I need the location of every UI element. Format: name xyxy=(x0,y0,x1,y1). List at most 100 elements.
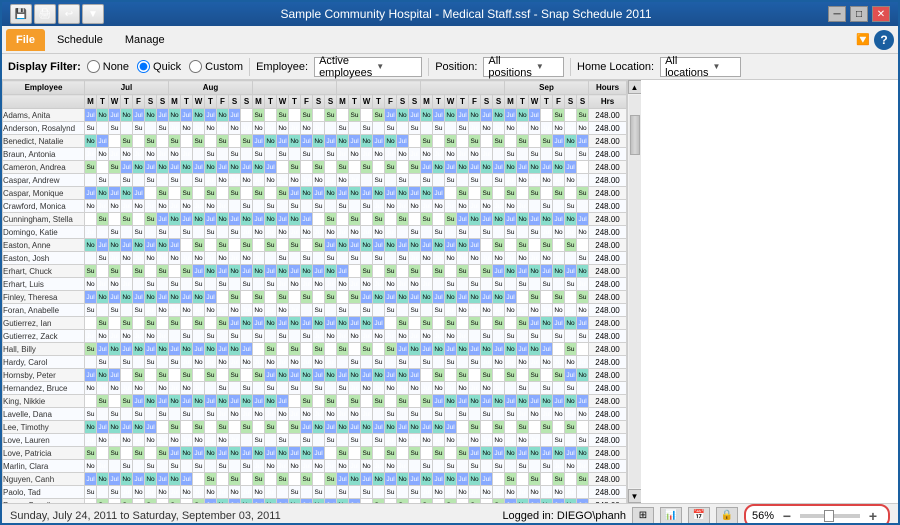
schedule-cell[interactable]: No xyxy=(517,109,529,122)
schedule-cell[interactable]: Su xyxy=(397,252,409,265)
schedule-cell[interactable] xyxy=(253,200,265,213)
schedule-cell[interactable]: Su xyxy=(289,421,301,434)
schedule-cell[interactable]: Su xyxy=(193,421,205,434)
schedule-cell[interactable]: Jul xyxy=(169,161,181,174)
schedule-cell[interactable]: Jul xyxy=(409,434,421,447)
schedule-cell[interactable]: Su xyxy=(193,460,205,473)
schedule-cell[interactable]: No xyxy=(469,291,481,304)
schedule-cell[interactable]: Su xyxy=(373,213,385,226)
schedule-cell[interactable]: No xyxy=(169,109,181,122)
menu-manage[interactable]: Manage xyxy=(115,29,175,51)
schedule-cell[interactable] xyxy=(217,291,229,304)
schedule-cell[interactable]: Jul xyxy=(133,291,145,304)
schedule-cell[interactable]: Jul xyxy=(445,343,457,356)
schedule-cell[interactable]: No xyxy=(541,395,553,408)
schedule-cell[interactable] xyxy=(109,356,121,369)
schedule-cell[interactable] xyxy=(553,421,565,434)
schedule-cell[interactable]: Jul xyxy=(349,174,361,187)
schedule-cell[interactable]: Su xyxy=(349,252,361,265)
schedule-cell[interactable]: Jul xyxy=(289,122,301,135)
schedule-cell[interactable]: Su xyxy=(217,317,229,330)
schedule-cell[interactable]: No xyxy=(181,304,193,317)
schedule-cell[interactable]: Su xyxy=(529,369,541,382)
schedule-cell[interactable]: No xyxy=(337,174,349,187)
schedule-cell[interactable]: Jul xyxy=(337,265,349,278)
schedule-cell[interactable]: No xyxy=(325,265,337,278)
schedule-cell[interactable]: Jul xyxy=(157,434,169,447)
schedule-cell[interactable]: Su xyxy=(481,187,493,200)
schedule-cell[interactable]: Jul xyxy=(577,460,589,473)
schedule-cell[interactable]: No xyxy=(133,382,145,395)
schedule-cell[interactable]: Su xyxy=(385,447,397,460)
schedule-cell[interactable] xyxy=(85,317,97,330)
schedule-cell[interactable]: Jul xyxy=(541,486,553,499)
schedule-cell[interactable]: Su xyxy=(121,356,133,369)
schedule-cell[interactable]: No xyxy=(529,343,541,356)
schedule-cell[interactable] xyxy=(157,356,169,369)
schedule-cell[interactable] xyxy=(421,447,433,460)
schedule-cell[interactable] xyxy=(349,265,361,278)
schedule-cell[interactable]: Su xyxy=(229,330,241,343)
schedule-cell[interactable]: No xyxy=(301,226,313,239)
schedule-cell[interactable]: No xyxy=(145,109,157,122)
schedule-cell[interactable]: Jul xyxy=(217,265,229,278)
schedule-cell[interactable]: No xyxy=(481,343,493,356)
schedule-cell[interactable]: Jul xyxy=(565,265,577,278)
schedule-cell[interactable]: Jul xyxy=(433,330,445,343)
schedule-cell[interactable]: Jul xyxy=(253,213,265,226)
schedule-cell[interactable] xyxy=(169,369,181,382)
schedule-cell[interactable] xyxy=(325,382,337,395)
schedule-cell[interactable]: Su xyxy=(481,369,493,382)
schedule-cell[interactable]: Su xyxy=(253,148,265,161)
schedule-cell[interactable]: Su xyxy=(205,473,217,486)
schedule-cell[interactable]: Su xyxy=(277,148,289,161)
schedule-cell[interactable]: Su xyxy=(109,408,121,421)
schedule-cell[interactable]: Jul xyxy=(97,343,109,356)
employee-name[interactable]: Crawford, Monica xyxy=(3,200,85,213)
schedule-cell[interactable] xyxy=(325,200,337,213)
schedule-cell[interactable] xyxy=(265,434,277,447)
employee-name[interactable]: Gutierrez, Ian xyxy=(3,317,85,330)
schedule-cell[interactable] xyxy=(313,291,325,304)
status-icon-cal[interactable]: 📅 xyxy=(688,507,710,525)
schedule-cell[interactable]: Jul xyxy=(181,434,193,447)
schedule-cell[interactable]: Jul xyxy=(301,421,313,434)
table-row[interactable]: Pyara, SagelinoSuSuSuSuSuJulNoJulNoJulNo… xyxy=(3,499,627,504)
schedule-cell[interactable]: Jul xyxy=(553,460,565,473)
schedule-cell[interactable] xyxy=(289,473,301,486)
schedule-cell[interactable] xyxy=(157,421,169,434)
schedule-cell[interactable]: No xyxy=(409,239,421,252)
schedule-cell[interactable]: Jul xyxy=(493,447,505,460)
schedule-cell[interactable]: No xyxy=(289,317,301,330)
schedule-cell[interactable]: Jul xyxy=(169,304,181,317)
schedule-cell[interactable]: Su xyxy=(217,239,229,252)
schedule-cell[interactable]: Su xyxy=(97,174,109,187)
schedule-cell[interactable]: No xyxy=(277,122,289,135)
table-row[interactable]: Gutierrez, ZackJulNoJulNoJulNoJulSuSuSuS… xyxy=(3,330,627,343)
schedule-cell[interactable] xyxy=(217,473,229,486)
schedule-cell[interactable]: Jul xyxy=(565,447,577,460)
schedule-cell[interactable]: Jul xyxy=(133,330,145,343)
schedule-cell[interactable] xyxy=(217,369,229,382)
schedule-cell[interactable] xyxy=(277,382,289,395)
schedule-cell[interactable]: Su xyxy=(445,460,457,473)
schedule-cell[interactable]: Su xyxy=(577,252,589,265)
schedule-cell[interactable]: No xyxy=(421,434,433,447)
schedule-cell[interactable]: Su xyxy=(157,187,169,200)
schedule-cell[interactable]: No xyxy=(181,200,193,213)
schedule-cell[interactable] xyxy=(97,486,109,499)
schedule-cell[interactable]: Jul xyxy=(253,395,265,408)
schedule-cell[interactable]: Su xyxy=(433,226,445,239)
schedule-cell[interactable] xyxy=(541,291,553,304)
schedule-cell[interactable] xyxy=(337,356,349,369)
schedule-cell[interactable]: Jul xyxy=(445,382,457,395)
schedule-cell[interactable]: Su xyxy=(241,278,253,291)
schedule-cell[interactable]: Su xyxy=(505,148,517,161)
schedule-cell[interactable]: Jul xyxy=(481,148,493,161)
schedule-cell[interactable]: No xyxy=(529,304,541,317)
schedule-cell[interactable]: No xyxy=(181,122,193,135)
schedule-cell[interactable]: Su xyxy=(457,265,469,278)
schedule-cell[interactable]: Jul xyxy=(217,447,229,460)
schedule-cell[interactable]: Jul xyxy=(193,265,205,278)
schedule-cell[interactable]: Jul xyxy=(481,434,493,447)
